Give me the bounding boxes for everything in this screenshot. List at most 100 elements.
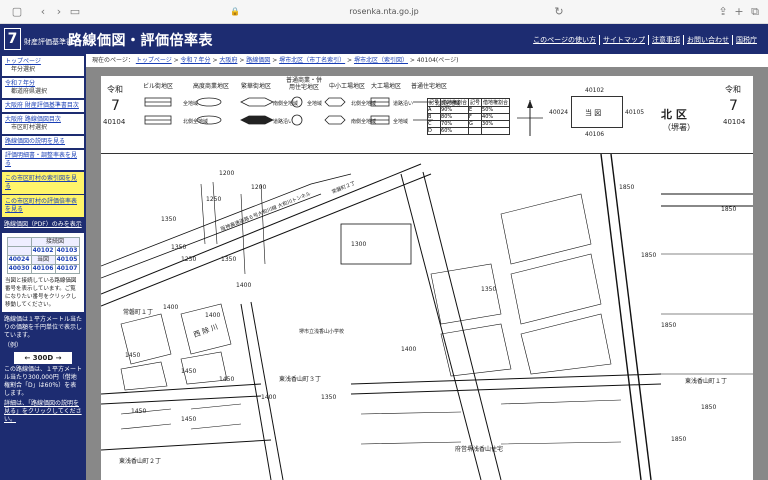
route-price-label: 1850	[671, 436, 687, 443]
breadcrumb-top[interactable]: トップページ	[136, 57, 172, 64]
route-price-label: 1350	[171, 244, 187, 251]
nav-nta[interactable]: 国税庁	[733, 35, 760, 45]
nav-notes[interactable]: 注意事項	[649, 35, 684, 45]
price-note: 路線価は１平方メートル当たりの価額を千円単位で表示しています。	[4, 316, 83, 339]
leasehold-ratio-table: 記号 借地権割合 記号 借地権割合 A 90% E 50% B 80% F 40% C 70%…	[426, 98, 511, 135]
breadcrumb-town-index[interactable]: 堺市北区（市丁名索引）	[279, 57, 345, 64]
nav-how-to-use[interactable]: このページの使い方	[530, 35, 600, 45]
index-top: 40102	[585, 87, 605, 94]
adjacent-40107[interactable]: 40107	[54, 264, 80, 274]
place-higashi-3: 東浅香山町３丁	[279, 376, 322, 383]
ratio-table-link[interactable]: この市区町村の評価倍率表を見る	[2, 195, 84, 217]
breadcrumb: 現在のページ： トップページ > 令和７年分 > 大阪府 > 路線価図 > 堺市…	[86, 54, 768, 67]
legend-district-4: 普通商業・併用住宅地区	[285, 77, 322, 91]
site-subtitle: 財産評価基準書	[24, 38, 73, 46]
rosenka-map-sheet[interactable]: 令和 7 40104 ビル街地区 高度商業地区 繁華街地区 普通商業・併用住宅地…	[101, 76, 753, 480]
detail-note[interactable]: 詳細は、「路線価図の説明を見る」をクリックしてください。	[4, 400, 82, 424]
share-icon[interactable]: ⇪	[716, 5, 730, 19]
adjacent-40030[interactable]: 40030	[6, 264, 32, 274]
route-price-label: 1250	[181, 256, 197, 263]
route-price-label: 1850	[619, 184, 635, 191]
map-era-right: 令和	[725, 85, 741, 94]
legend-sub-6: 北側全地域	[351, 101, 377, 107]
street-map	[101, 154, 753, 480]
route-price-label: 1350	[481, 286, 497, 293]
map-sheet-number: 40104	[103, 118, 126, 126]
sidebar-year-link[interactable]: 令和７年分	[5, 80, 81, 88]
tabs-icon[interactable]: ⧉	[748, 5, 762, 19]
route-price-label: 1400	[163, 304, 179, 311]
place-school: 堺市立浅香山小学校	[299, 329, 345, 335]
map-ward: 北 区	[661, 108, 687, 121]
adjacent-40102[interactable]: 40102	[30, 246, 56, 256]
legend-sub-1: 全地域	[183, 101, 199, 107]
route-price-label: 1350	[221, 256, 237, 263]
route-price-label: 1200	[251, 184, 267, 191]
route-price-label: 1400	[401, 346, 417, 353]
legend-district-6: 大工場地区	[371, 83, 402, 90]
map-sheet-number-right: 40104	[723, 118, 746, 126]
main-road-1	[600, 154, 642, 480]
index-map-link[interactable]: この市区町村の索引図を見る	[2, 172, 84, 194]
route-price-label: 1850	[701, 404, 717, 411]
river-edge-1	[101, 173, 352, 267]
legend-sub-7: 南側全地域	[351, 119, 377, 125]
site-logo[interactable]: 7	[4, 28, 21, 50]
adjacent-40105[interactable]: 40105	[54, 255, 80, 265]
map-legend: 令和 7 40104 ビル街地区 高度商業地区 繁華街地区 普通商業・併用住宅地…	[101, 76, 753, 154]
route-price-label: 1400	[261, 394, 277, 401]
sidebar-explain-link[interactable]: 路線価図の説明を見る	[5, 138, 81, 146]
sidebar-adjust: 評価明細書・調整率表を見る	[2, 150, 84, 170]
nav-contact[interactable]: お問い合わせ	[684, 35, 733, 45]
main-road-2	[610, 154, 652, 480]
sidebar-pref-map-link[interactable]: 大阪府 路線価図目次	[5, 116, 81, 124]
sidebar-year-sub: 都道府県選択	[11, 88, 48, 95]
river-edge-2	[101, 193, 322, 279]
sidebar-adjust-link[interactable]: 評価明細書・調整率表を見る	[5, 152, 81, 168]
address-bar[interactable]: 🔒 rosenka.nta.go.jp	[224, 4, 544, 20]
breadcrumb-rosenka[interactable]: 路線価図	[246, 57, 270, 64]
route-price-label: 1450	[125, 352, 141, 359]
route-price-label: 1350	[321, 394, 337, 401]
legend-sub-5: 全地域	[307, 101, 323, 107]
example-label: （例）	[4, 342, 23, 349]
legend-sub-9: 全地域	[393, 119, 409, 125]
legend-district-7: 普通住宅地区	[411, 83, 448, 90]
forward-icon[interactable]: ›	[52, 5, 66, 19]
back-icon[interactable]: ‹	[36, 5, 50, 19]
pdf-only-button[interactable]: 路線価図（PDF）のみを表示	[1, 218, 85, 232]
sidebar-pref-link[interactable]: 大阪府 財産評価基準書目次	[5, 102, 81, 110]
road-a	[400, 173, 482, 480]
sidebar-pref: 大阪府 財産評価基準書目次	[2, 100, 84, 112]
breadcrumb-index-map[interactable]: 堺市北区（索引図）	[354, 57, 408, 64]
place-higashi-1: 東浅香山町１丁	[685, 378, 728, 385]
browser-toolbar: ▢ ‹ › ▭ 🔒 rosenka.nta.go.jp ↻ ⇪ + ⧉	[0, 0, 768, 24]
index-bottom: 40106	[585, 131, 605, 138]
legend-sub-8: 道路沿い	[393, 101, 414, 107]
site-title: 路線価図・評価倍率表	[68, 33, 213, 49]
sidebar-top-link[interactable]: トップページ	[5, 58, 81, 66]
adjacent-40024[interactable]: 40024	[6, 255, 32, 265]
sidebar: トップページ 年分選択 令和７年分 都道府県選択 大阪府 財産評価基準書目次 大…	[0, 54, 86, 480]
legend-sub-4: 道路沿い	[273, 119, 294, 125]
site-header: 7 財産評価基準書 路線価図・評価倍率表 このページの使い方 サイトマップ 注意…	[0, 24, 768, 54]
breadcrumb-pref[interactable]: 大阪府	[219, 57, 237, 64]
place-tokiwa-1: 常磐町１丁	[123, 309, 154, 316]
legend-sub-3: 南側全地域	[273, 101, 299, 107]
sidebar-toggle-icon[interactable]: ▢	[10, 5, 24, 19]
reload-icon[interactable]: ↻	[552, 5, 566, 19]
nav-sitemap[interactable]: サイトマップ	[600, 35, 649, 45]
index-left: 40024	[549, 109, 569, 116]
legend-district-2: 高度商業地区	[193, 83, 230, 90]
adjacent-40103[interactable]: 40103	[54, 246, 80, 256]
top-nav: このページの使い方 サイトマップ 注意事項 お問い合わせ 国税庁	[530, 35, 760, 45]
breadcrumb-year[interactable]: 令和７年分	[181, 57, 211, 64]
map-office: （堺署）	[663, 123, 695, 132]
north-arrow-icon	[517, 100, 543, 136]
legend-district-3: 繁華街地区	[241, 83, 272, 90]
new-tab-icon[interactable]: +	[732, 5, 746, 19]
route-price-label: 1450	[219, 376, 235, 383]
route-price-label: 1450	[131, 408, 147, 415]
tab-overview-icon[interactable]: ▭	[68, 5, 82, 19]
adjacent-40106[interactable]: 40106	[30, 264, 56, 274]
